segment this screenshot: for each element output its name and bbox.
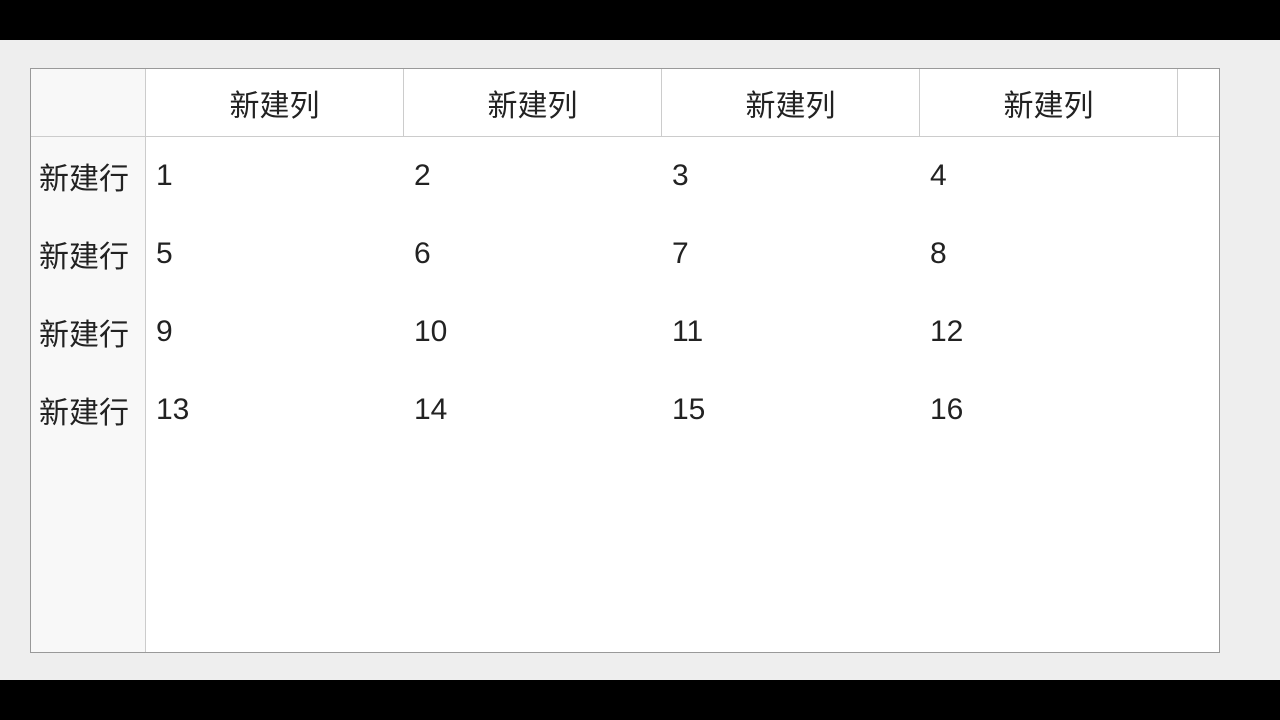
row-header[interactable]: 新建行 xyxy=(31,371,146,449)
data-table: 新建列 新建列 新建列 新建列 新建行 1 2 3 4 新建行 5 6 7 8 … xyxy=(30,68,1220,653)
table-cell-empty xyxy=(1178,449,1220,652)
table-cell-empty xyxy=(920,449,1178,652)
table-cell-empty xyxy=(662,449,920,652)
table-cell[interactable]: 5 xyxy=(146,215,404,293)
table-cell[interactable]: 10 xyxy=(404,293,662,371)
table-cell[interactable]: 1 xyxy=(146,137,404,215)
table-cell[interactable]: 8 xyxy=(920,215,1178,293)
table-cell[interactable]: 2 xyxy=(404,137,662,215)
table-cell[interactable]: 13 xyxy=(146,371,404,449)
table-cell[interactable]: 9 xyxy=(146,293,404,371)
table-cell-empty xyxy=(1178,137,1220,215)
table-cell-empty xyxy=(1178,371,1220,449)
column-header-extra[interactable] xyxy=(1178,69,1220,137)
table-cell[interactable]: 11 xyxy=(662,293,920,371)
table-cell[interactable]: 6 xyxy=(404,215,662,293)
table-cell[interactable]: 3 xyxy=(662,137,920,215)
row-header[interactable]: 新建行 xyxy=(31,215,146,293)
column-header[interactable]: 新建列 xyxy=(146,69,404,137)
table-cell[interactable]: 7 xyxy=(662,215,920,293)
table-cell[interactable]: 12 xyxy=(920,293,1178,371)
table-cell-empty xyxy=(1178,293,1220,371)
table-grid: 新建列 新建列 新建列 新建列 新建行 1 2 3 4 新建行 5 6 7 8 … xyxy=(31,69,1219,652)
row-header-empty[interactable] xyxy=(31,449,146,652)
table-cell-empty xyxy=(146,449,404,652)
column-header[interactable]: 新建列 xyxy=(662,69,920,137)
column-header[interactable]: 新建列 xyxy=(404,69,662,137)
letterbox-top xyxy=(0,0,1280,40)
table-cell[interactable]: 14 xyxy=(404,371,662,449)
table-cell[interactable]: 4 xyxy=(920,137,1178,215)
content-area: 新建列 新建列 新建列 新建列 新建行 1 2 3 4 新建行 5 6 7 8 … xyxy=(0,40,1280,680)
row-header[interactable]: 新建行 xyxy=(31,293,146,371)
table-cell-empty xyxy=(404,449,662,652)
row-header[interactable]: 新建行 xyxy=(31,137,146,215)
table-cell[interactable]: 15 xyxy=(662,371,920,449)
table-cell-empty xyxy=(1178,215,1220,293)
table-corner[interactable] xyxy=(31,69,146,137)
column-header[interactable]: 新建列 xyxy=(920,69,1178,137)
table-cell[interactable]: 16 xyxy=(920,371,1178,449)
